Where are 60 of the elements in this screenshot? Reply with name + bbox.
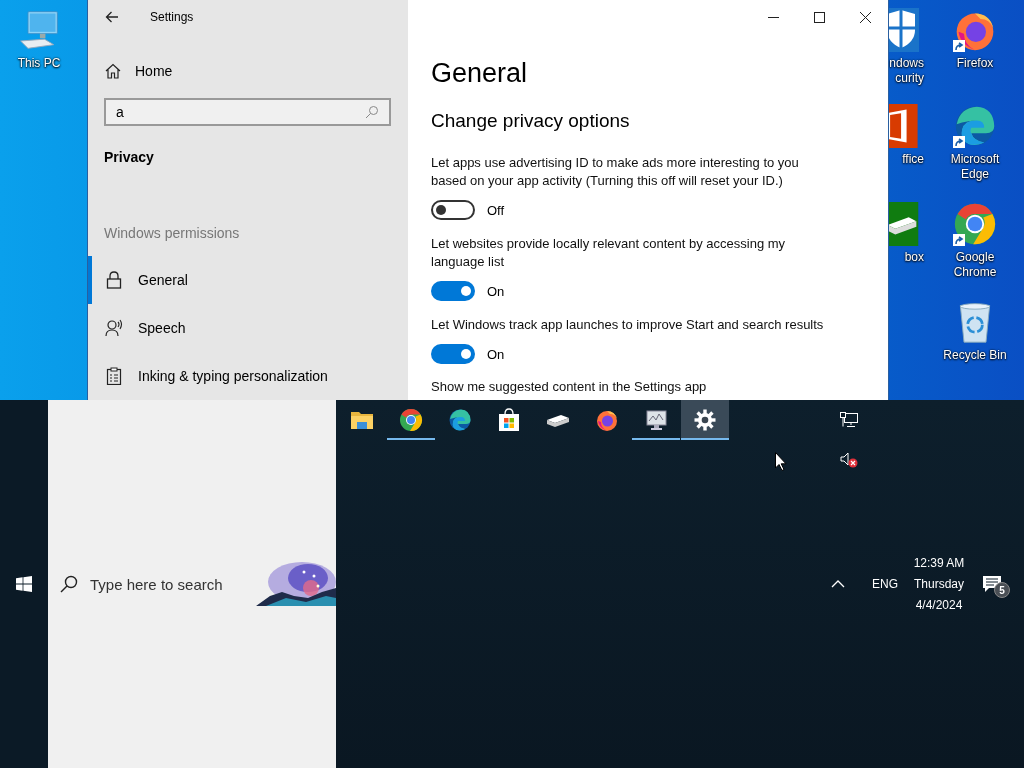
search-icon: [365, 105, 379, 120]
search-field[interactable]: a: [104, 98, 391, 126]
desktop-icon-label[interactable]: ndows curity: [888, 56, 924, 86]
option-description: Let Windows track app launches to improve Start and search results: [431, 316, 825, 334]
shortcut-arrow-icon: [953, 136, 965, 148]
taskbar-app-button[interactable]: [681, 400, 729, 440]
windows-logo-icon: [16, 576, 32, 592]
home-nav-item[interactable]: Home: [88, 56, 408, 87]
desktop-icon-label[interactable]: Recycle Bin: [937, 348, 1013, 363]
option-description: Let websites provide locally relevant content by accessing my language list: [431, 235, 787, 271]
lock-icon: [105, 271, 123, 289]
close-icon: [859, 11, 871, 23]
toggle-switch[interactable]: [431, 200, 475, 220]
chrome-icon: [399, 408, 423, 432]
edge-icon: [448, 408, 472, 432]
clipboard-icon: [105, 367, 123, 385]
section-title: Privacy: [104, 148, 154, 166]
notifications-button[interactable]: 5: [968, 564, 1016, 604]
nav-item[interactable]: Speech: [88, 304, 408, 352]
desktop-icon-label[interactable]: Firefox: [937, 56, 1013, 71]
toggle-state-label: On: [487, 346, 505, 362]
muted-speaker-icon: [840, 452, 858, 468]
desktop-icon-label[interactable]: Google Chrome: [937, 250, 1013, 280]
chrome-icon: [953, 202, 997, 246]
desktop-icon-label[interactable]: Microsoft Edge: [937, 152, 1013, 182]
toggle-state-label: Off: [487, 202, 505, 218]
firefox-icon: [595, 408, 619, 432]
search-icon: [60, 575, 78, 593]
clock-time[interactable]: 12:39 AM: [913, 556, 965, 570]
toggle-switch[interactable]: [431, 344, 475, 364]
edge-icon: [953, 104, 997, 148]
shortcut-arrow-icon: [953, 234, 965, 246]
language-indicator[interactable]: ENG: [860, 577, 910, 591]
desktop-icon-label[interactable]: ffice: [888, 152, 924, 167]
mouse-pointer-icon: [775, 452, 787, 471]
clock-date[interactable]: 4/4/2024: [915, 598, 963, 612]
desktop-icon-label[interactable]: box: [888, 250, 924, 265]
section-heading: Change privacy options: [431, 109, 631, 133]
speaking-person-icon: [105, 319, 123, 337]
toggle-state-label: On: [487, 283, 505, 299]
network-monitor-icon: [840, 412, 858, 428]
toggle-switch[interactable]: [431, 281, 475, 301]
home-icon: [105, 63, 121, 80]
back-arrow-icon: [105, 11, 119, 23]
page-title: General: [431, 57, 529, 90]
shopping-bag-icon: [497, 408, 521, 432]
settings-icon: [693, 408, 717, 432]
maximize-icon: [813, 11, 825, 23]
option-description: Let apps use advertising ID to make ads more interesting to you based on your app activity (Turning this off will reset your ID.): [431, 154, 800, 190]
shortcut-arrow-icon: [953, 40, 965, 52]
computer-icon: [17, 8, 61, 52]
group-label: Windows permissions: [104, 224, 240, 242]
chevron-up-icon: [831, 580, 845, 588]
nav-item[interactable]: Inking & typing personalization: [88, 352, 408, 400]
option-description: Show me suggested content in the Settings app: [431, 379, 707, 395]
window-title: Settings: [150, 10, 194, 24]
notification-count-badge: 5: [994, 582, 1010, 598]
clock-day[interactable]: Thursday: [914, 577, 964, 591]
monitor-chart-icon: [644, 408, 668, 432]
search-field[interactable]: Type here to search: [48, 400, 336, 768]
